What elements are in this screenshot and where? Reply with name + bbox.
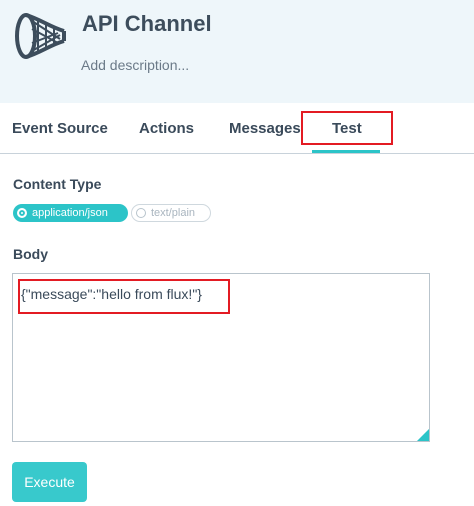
content-type-label: Content Type [13, 176, 102, 192]
tab-test[interactable]: Test [332, 120, 362, 137]
tab-messages[interactable]: Messages [229, 120, 301, 137]
api-channel-net-icon [15, 13, 66, 59]
radio-selected-icon [17, 208, 27, 218]
body-label: Body [13, 246, 48, 262]
content-type-option-text[interactable]: text/plain [131, 204, 211, 222]
tab-actions[interactable]: Actions [139, 120, 194, 137]
radio-unselected-icon [136, 208, 146, 218]
option-label: application/json [32, 207, 108, 219]
description-field[interactable]: Add description... [81, 57, 189, 73]
execute-button[interactable]: Execute [12, 462, 87, 502]
option-label: text/plain [151, 207, 196, 219]
tab-event-source[interactable]: Event Source [12, 120, 108, 137]
channel-title[interactable]: API Channel [82, 11, 212, 37]
channel-header: API Channel Add description... [0, 0, 474, 103]
resize-handle-icon[interactable] [417, 429, 429, 441]
active-tab-indicator [312, 150, 380, 153]
body-text: {"message":"hello from flux!"} [21, 286, 202, 302]
content-type-option-json[interactable]: application/json [13, 204, 128, 222]
tab-bar: Event Source Actions Messages Test [0, 103, 474, 154]
